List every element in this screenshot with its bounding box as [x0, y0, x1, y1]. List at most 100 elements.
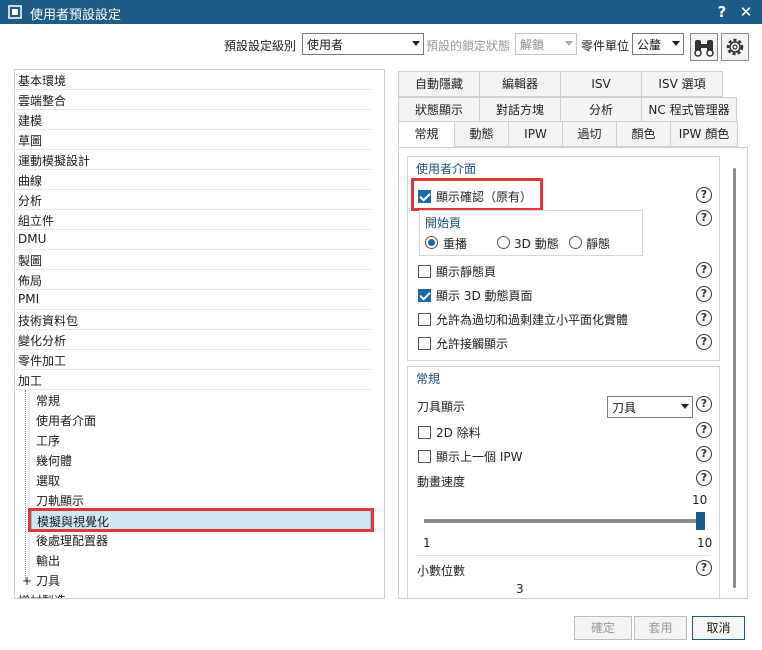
tab-row3-5[interactable]: IPW 顏色: [670, 121, 738, 147]
prev-ipw-checkbox[interactable]: [418, 450, 431, 463]
tree-item-label: 幾何體: [36, 454, 73, 468]
show-static-page-checkbox[interactable]: [418, 265, 431, 278]
help-icon[interactable]: ?: [696, 470, 712, 486]
tab-row3-0[interactable]: 常規: [398, 121, 455, 147]
tree-sub-item[interactable]: 後處理配置器: [15, 530, 371, 550]
decimals-label: 小數位數: [417, 564, 466, 578]
tree-item[interactable]: 草圖: [15, 130, 371, 150]
tree-item[interactable]: 組立件: [15, 210, 371, 230]
slider-max-label: 10: [697, 536, 713, 550]
3d-dynamic-radio[interactable]: [497, 236, 510, 249]
help-icon[interactable]: ?: [696, 396, 712, 412]
help-icon[interactable]: ?: [696, 334, 712, 350]
tab-row2-1[interactable]: 對話方塊: [479, 97, 561, 123]
tree-item[interactable]: 製圖: [15, 250, 371, 270]
help-icon[interactable]: ?: [696, 310, 712, 326]
tab-row1-0[interactable]: 自動隱藏: [398, 71, 480, 97]
ok-button[interactable]: 確定: [574, 616, 632, 640]
tree-item[interactable]: DMU: [15, 230, 371, 250]
tab-row1-2[interactable]: ISV: [560, 71, 642, 97]
tab-row3-4[interactable]: 顏色: [616, 121, 671, 147]
tree-item-tool[interactable]: + 刀具: [15, 570, 371, 590]
find-button[interactable]: [690, 33, 718, 61]
tree-item[interactable]: 零件加工: [15, 350, 371, 370]
tree-sub-item[interactable]: 使用者介面: [15, 410, 371, 430]
tab-row3-3[interactable]: 過切: [562, 121, 617, 147]
panel-scrollbar[interactable]: [733, 168, 736, 588]
tree-item[interactable]: 分析: [15, 190, 371, 210]
apply-button[interactable]: 套用: [634, 616, 687, 640]
tree-item[interactable]: 基本環境: [15, 70, 371, 90]
tree-item[interactable]: 佈局: [15, 270, 371, 290]
tree-item-label: 工序: [36, 434, 61, 448]
tree-item-label: 常規: [36, 394, 61, 408]
expand-icon[interactable]: +: [18, 574, 36, 588]
tree-item[interactable]: PMI: [15, 290, 371, 310]
help-icon[interactable]: ?: [696, 286, 712, 302]
2d-cut-label: 2D 除料: [436, 426, 481, 440]
tree-item-label: 選取: [36, 474, 61, 488]
tree-item[interactable]: 曲線: [15, 170, 371, 190]
help-icon[interactable]: ?: [696, 560, 712, 576]
help-icon[interactable]: ?: [696, 210, 712, 226]
tab-row1-1[interactable]: 編輯器: [479, 71, 561, 97]
tree-item[interactable]: 變化分析: [15, 330, 371, 350]
tree-item[interactable]: 技術資料包: [15, 310, 371, 330]
tab-row1-3[interactable]: ISV 選項: [641, 71, 723, 97]
3d-dynamic-label: 3D 動態: [514, 237, 559, 251]
tree-sub-item[interactable]: 輸出: [15, 550, 371, 570]
help-icon[interactable]: ?: [696, 446, 712, 462]
replay-radio[interactable]: [425, 236, 438, 249]
help-icon[interactable]: ?: [696, 187, 712, 203]
general-group-title: 常規: [416, 372, 441, 386]
chevron-down-icon: [681, 404, 689, 409]
window-title: 使用者預設設定: [30, 8, 122, 23]
lock-select[interactable]: 解鎖: [515, 33, 577, 55]
settings-button[interactable]: [721, 33, 749, 61]
tab-row2-3[interactable]: NC 程式管理器: [641, 97, 737, 123]
tab-row2-2[interactable]: 分析: [560, 97, 642, 123]
static-radio[interactable]: [569, 236, 582, 249]
unit-select[interactable]: 公釐: [632, 33, 684, 55]
start-page-title: 開始頁: [425, 216, 462, 230]
tree-sub-item[interactable]: 刀軌顯示: [15, 490, 371, 510]
level-select[interactable]: 使用者: [302, 33, 424, 55]
highlight-box: [411, 178, 543, 211]
tree-item-label: 後處理配置器: [36, 534, 109, 548]
help-icon[interactable]: ?: [696, 422, 712, 438]
close-button[interactable]: ✕: [736, 2, 756, 22]
anim-speed-slider[interactable]: [424, 519, 702, 523]
binoculars-icon: [694, 40, 714, 57]
tree-item[interactable]: 雲端整合: [15, 90, 371, 110]
tool-display-select[interactable]: 刀具: [607, 396, 693, 418]
settings-panel: 使用者介面 顯示確認（原有） ? 開始頁 ? 重播 3D 動態 靜態 顯示靜態頁…: [398, 147, 748, 599]
tree-sub-item[interactable]: 幾何體: [15, 450, 371, 470]
tab-row2-0[interactable]: 狀態顯示: [398, 97, 480, 123]
tree-item[interactable]: 運動模擬設計: [15, 150, 371, 170]
allow-facet-checkbox[interactable]: [418, 313, 431, 326]
decimals-value: 3: [516, 582, 524, 596]
cancel-button[interactable]: 取消: [692, 616, 745, 640]
help-icon[interactable]: ?: [696, 262, 712, 278]
chevron-down-icon: [565, 41, 573, 46]
unit-value: 公釐: [637, 38, 662, 52]
app-icon: [8, 5, 22, 19]
tree-item-label: 輸出: [36, 554, 61, 568]
gear-icon: [726, 38, 744, 56]
prev-ipw-label: 顯示上一個 IPW: [436, 450, 523, 464]
tree-sub-item[interactable]: 工序: [15, 430, 371, 450]
show-3d-page-checkbox[interactable]: [418, 289, 431, 302]
2d-cut-checkbox[interactable]: [418, 426, 431, 439]
allow-contact-checkbox[interactable]: [418, 337, 431, 350]
show-3d-page-label: 顯示 3D 動態頁面: [436, 289, 533, 303]
tree-sub-item[interactable]: 常規: [15, 390, 371, 410]
chevron-down-icon: [412, 41, 420, 46]
slider-thumb[interactable]: [696, 512, 705, 530]
tree-sub-item[interactable]: 選取: [15, 470, 371, 490]
tab-row3-2[interactable]: IPW: [508, 121, 563, 147]
help-button[interactable]: ?: [712, 2, 732, 22]
tree-item[interactable]: 建模: [15, 110, 371, 130]
tree-item[interactable]: 加工: [15, 370, 371, 390]
tree-item[interactable]: 增材製造: [15, 590, 371, 598]
tab-row3-1[interactable]: 動態: [454, 121, 509, 147]
